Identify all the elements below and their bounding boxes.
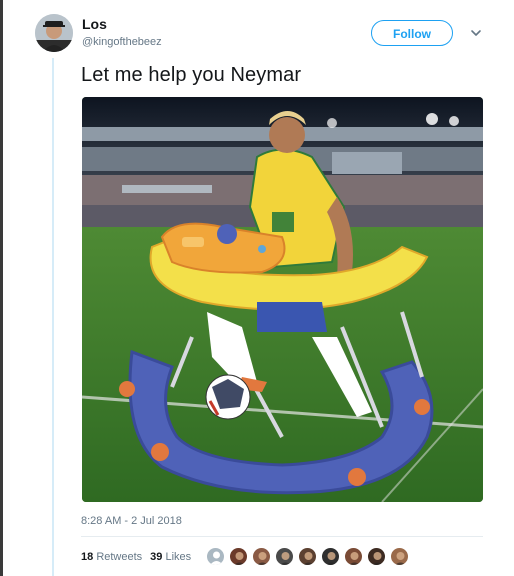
divider <box>81 536 483 537</box>
retweets-label: Retweets <box>96 551 143 563</box>
liker-avatar[interactable] <box>298 547 317 566</box>
window-edge <box>0 0 3 576</box>
tweet-photo[interactable] <box>82 97 483 502</box>
liker-avatar[interactable] <box>344 547 363 566</box>
photo-neymar-baby-walker <box>82 97 483 502</box>
likes-count: 39 <box>150 551 163 563</box>
tweet-text: Let me help you Neymar <box>81 64 302 86</box>
tweet-timestamp[interactable]: 8:28 AM - 2 Jul 2018 <box>81 515 182 527</box>
likes-label: Likes <box>165 551 192 563</box>
retweets-stat[interactable]: 18 Retweets <box>81 551 142 563</box>
thread-line <box>52 58 54 576</box>
follow-button[interactable]: Follow <box>371 20 453 46</box>
likes-stat[interactable]: 39 Likes <box>150 551 191 563</box>
tweet-stats: 18 Retweets 39 Likes <box>81 551 191 563</box>
liker-avatar[interactable] <box>367 547 386 566</box>
liker-avatar[interactable] <box>321 547 340 566</box>
liker-avatar[interactable] <box>252 547 271 566</box>
display-name[interactable]: Los <box>82 16 107 32</box>
liker-avatar[interactable] <box>229 547 248 566</box>
chevron-down-icon[interactable] <box>469 26 483 40</box>
liker-avatar[interactable] <box>275 547 294 566</box>
default-avatar-icon[interactable] <box>206 547 225 566</box>
retweets-count: 18 <box>81 551 94 563</box>
liker-avatar[interactable] <box>390 547 409 566</box>
user-avatar-image <box>35 14 73 52</box>
user-handle[interactable]: @kingofthebeez <box>82 36 162 48</box>
user-avatar[interactable] <box>35 14 73 52</box>
